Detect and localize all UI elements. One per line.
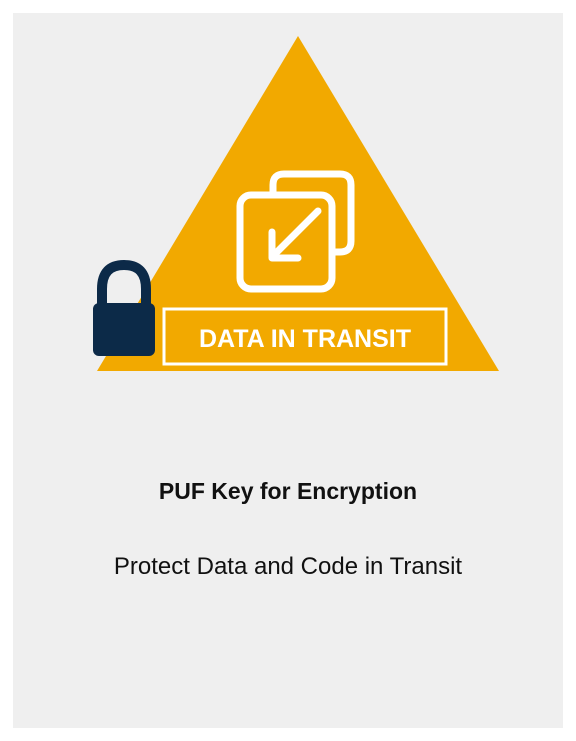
card-subtitle: Protect Data and Code in Transit [113, 553, 463, 580]
card-title: PUF Key for Encryption [158, 478, 418, 504]
badge-label: DATA IN TRANSIT [199, 325, 411, 353]
data-in-transit-graphic: DATA IN TRANSIT [93, 36, 499, 371]
padlock-icon [93, 259, 155, 356]
